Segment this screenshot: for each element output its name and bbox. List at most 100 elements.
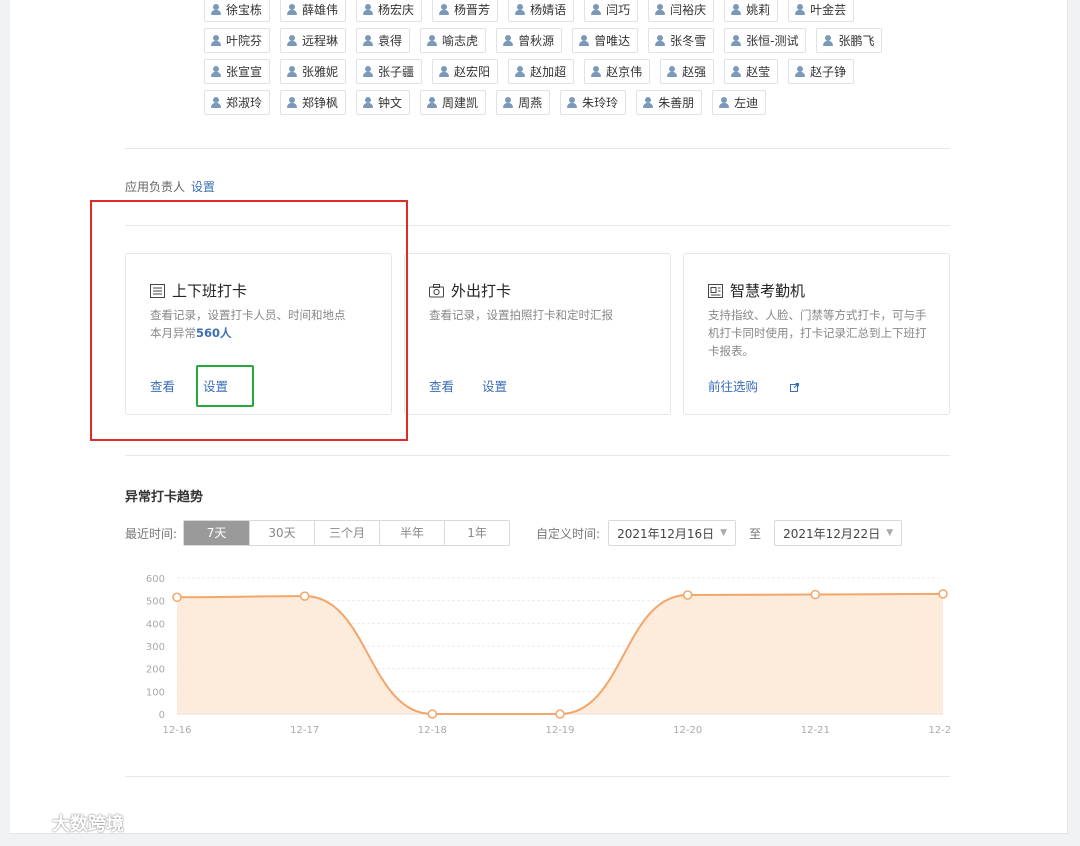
person-icon (515, 66, 526, 77)
member-chip[interactable]: 赵京伟 (584, 59, 651, 84)
range-3m[interactable]: 三个月 (314, 521, 379, 545)
member-chip[interactable]: 姚莉 (724, 0, 779, 22)
person-icon (211, 97, 221, 108)
member-chip[interactable]: 杨宏庆 (356, 0, 423, 22)
member-chip[interactable]: 钟文 (356, 90, 411, 115)
member-chip[interactable]: 张子疆 (356, 59, 423, 84)
custom-label: 自定义时间: (536, 526, 601, 541)
x-tick-label: 12-17 (290, 725, 319, 736)
member-chip[interactable]: 赵宏阳 (432, 59, 499, 84)
member-chip[interactable]: 叶院芬 (204, 28, 271, 53)
member-name: 张恒-测试 (746, 34, 799, 48)
range-30d[interactable]: 30天 (249, 521, 314, 545)
member-chip[interactable]: 朱善朋 (636, 90, 703, 115)
member-name: 左迪 (734, 96, 759, 110)
range-7d[interactable]: 7天 (184, 521, 250, 545)
member-chip[interactable]: 袁得 (356, 28, 411, 53)
person-icon (643, 97, 654, 108)
member-chip[interactable]: 杨婧语 (508, 0, 575, 22)
data-point (682, 590, 693, 600)
member-chip[interactable]: 张恒-测试 (724, 28, 807, 53)
member-chip[interactable]: 赵莹 (724, 59, 779, 84)
view-link[interactable]: 查看 (429, 376, 454, 395)
member-name: 杨晋芳 (454, 3, 491, 17)
member-chip[interactable]: 闫巧 (584, 0, 639, 22)
person-icon (287, 66, 298, 77)
member-chip[interactable]: 郑淑玲 (204, 90, 271, 115)
member-name: 周建凯 (442, 96, 479, 110)
x-tick-label: 12-16 (162, 725, 191, 736)
app-owner: 应用负责人 设置 (125, 178, 215, 195)
start-date-select[interactable]: 2021年12月16日 ▼ (608, 520, 737, 546)
member-chip[interactable]: 远程琳 (280, 28, 347, 53)
member-chip[interactable]: 赵子铮 (788, 59, 855, 84)
person-icon (655, 4, 666, 15)
member-chip[interactable]: 薛雄伟 (280, 0, 347, 22)
camera-icon (429, 283, 444, 298)
buy-link[interactable]: 前往选购 (708, 376, 799, 395)
member-name: 闫巧 (606, 3, 631, 17)
person-icon (503, 35, 514, 46)
member-name: 赵宏阳 (454, 65, 491, 79)
person-icon (363, 97, 374, 108)
member-chip[interactable]: 叶金芸 (788, 0, 855, 22)
person-icon (579, 35, 590, 46)
member-chip[interactable]: 张鹏飞 (816, 28, 883, 53)
person-icon (287, 35, 298, 46)
member-chip[interactable]: 张雅妮 (280, 59, 347, 84)
person-icon (567, 97, 578, 108)
x-tick-label: 12-20 (673, 725, 702, 736)
owner-set-link[interactable]: 设置 (191, 180, 215, 194)
member-chip[interactable]: 喻志虎 (420, 28, 487, 53)
caret-down-icon: ▼ (720, 528, 728, 538)
member-chip[interactable]: 杨晋芳 (432, 0, 499, 22)
member-chip[interactable]: 张宣宣 (204, 59, 271, 84)
member-chip[interactable]: 曾唯达 (572, 28, 639, 53)
member-chip[interactable]: 左迪 (712, 90, 767, 115)
member-chip[interactable]: 赵加超 (508, 59, 575, 84)
person-icon (795, 4, 806, 15)
end-date-select[interactable]: 2021年12月22日 ▼ (774, 520, 903, 546)
person-icon (363, 66, 374, 77)
member-name: 叶院芬 (226, 34, 263, 48)
member-name: 赵子铮 (810, 65, 847, 79)
member-name: 赵莹 (746, 65, 771, 79)
person-icon (287, 4, 298, 15)
member-name: 赵强 (682, 65, 707, 79)
trend-title: 异常打卡趋势 (125, 490, 204, 505)
member-chip[interactable]: 曾秋源 (496, 28, 563, 53)
data-point (299, 591, 310, 601)
settings-link[interactable]: 设置 (482, 376, 507, 395)
card-attendance-machine: 智慧考勤机 支持指纹、人脸、门禁等方式打卡，可与手机打卡同时使用，打卡记录汇总到… (683, 253, 950, 415)
member-name: 远程琳 (302, 34, 339, 48)
member-name: 周燕 (518, 96, 543, 110)
range-6m[interactable]: 半年 (379, 521, 444, 545)
member-chip[interactable]: 郑铮枫 (280, 90, 347, 115)
divider (125, 455, 950, 456)
member-name: 叶金芸 (810, 3, 847, 17)
data-point (810, 589, 821, 600)
member-chip[interactable]: 赵强 (660, 59, 715, 84)
series-area (177, 593, 943, 714)
member-chip[interactable]: 张冬雪 (648, 28, 715, 53)
person-icon (591, 66, 602, 77)
range-1y[interactable]: 1年 (444, 521, 509, 545)
member-chip[interactable]: 周燕 (496, 90, 551, 115)
y-tick-label: 0 (159, 710, 165, 721)
member-chip[interactable]: 闫裕庆 (648, 0, 715, 22)
person-icon (211, 4, 221, 15)
person-icon (503, 97, 514, 108)
recent-label: 最近时间: (125, 526, 178, 541)
member-name: 赵京伟 (606, 65, 643, 79)
member-row: 徐宝栋 薛雄伟 杨宏庆 杨晋芳 杨婧语 闫巧 闫裕庆 姚莉 叶金芸 (204, 0, 924, 23)
highlight-box-red (90, 200, 408, 441)
x-tick-label: 12-22 (928, 725, 950, 736)
member-chip[interactable]: 周建凯 (420, 90, 487, 115)
member-chip[interactable]: 朱玲玲 (560, 90, 627, 115)
member-chip[interactable]: 徐宝栋 (204, 0, 271, 22)
card-title: 智慧考勤机 (730, 282, 806, 300)
person-icon (427, 97, 438, 108)
person-icon (287, 97, 298, 108)
trend-chart: 0 100 200 300 400 500 600 12-16 12-17 12-18 12-19 1… (146, 574, 950, 736)
data-point (938, 589, 948, 599)
